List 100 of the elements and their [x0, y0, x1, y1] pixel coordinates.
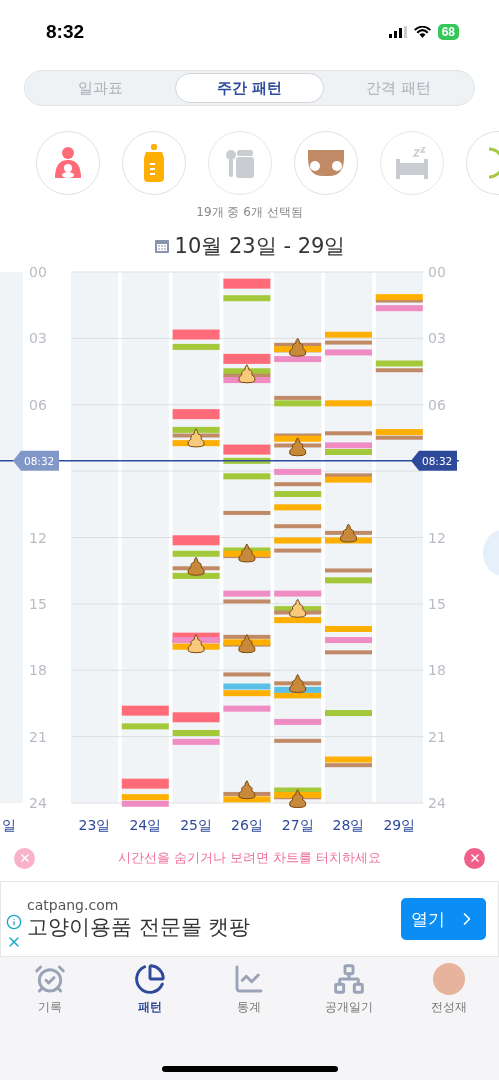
poop-marker: [289, 437, 307, 457]
poop-marker: [289, 598, 307, 618]
event-bar: [172, 712, 220, 723]
nav-item[interactable]: 기록: [9, 963, 90, 1025]
status-time: 8:32: [46, 21, 85, 43]
event-bar: [325, 331, 372, 338]
event-bar: [325, 400, 372, 407]
event-bar: [223, 590, 271, 597]
poop-marker: [339, 523, 358, 543]
event-bar: [223, 705, 271, 712]
event-bar: [172, 730, 220, 736]
hour-label: 24: [428, 795, 446, 811]
event-bar: [223, 278, 271, 289]
poop-marker: [187, 428, 205, 448]
event-bar: [274, 504, 322, 511]
nav-item[interactable]: 통계: [209, 963, 290, 1025]
poop-marker: [289, 789, 307, 809]
event-bar: [274, 524, 322, 529]
ad-headline: 고양이용품 전문몰 캣팡: [27, 914, 252, 941]
poop-marker: [238, 780, 256, 800]
pie-chart-icon: [133, 963, 166, 995]
network-icon: [333, 963, 366, 995]
event-bar: [274, 738, 322, 743]
tab[interactable]: 주간 패턴: [174, 73, 325, 103]
hour-label: 00: [428, 265, 446, 280]
day-label: 일: [2, 817, 16, 833]
event-bar: [325, 568, 372, 573]
day-label: 27일: [281, 817, 314, 833]
day-label: 23일: [78, 817, 111, 833]
wifi-icon: [413, 26, 431, 38]
sleep-icon: [394, 147, 430, 179]
close-icon[interactable]: [464, 847, 485, 869]
event-bar: [223, 599, 271, 604]
event-bar: [223, 353, 271, 364]
event-bar: [274, 356, 322, 363]
event-bar: [223, 473, 271, 480]
event-bar: [172, 550, 220, 557]
close-icon[interactable]: [14, 847, 35, 869]
info-icon[interactable]: [6, 914, 22, 930]
event-bar: [325, 340, 372, 345]
day-label: 24일: [129, 817, 162, 833]
event-bar: [274, 718, 322, 725]
nav-item[interactable]: 전성재: [409, 963, 490, 1025]
event-bar: [274, 617, 322, 624]
hour-label: 00: [29, 265, 47, 280]
hour-label: 21: [29, 728, 47, 745]
event-bar: [325, 710, 372, 717]
hour-label: 06: [428, 396, 446, 413]
event-bar: [325, 349, 372, 356]
hour-label: 03: [29, 330, 47, 347]
open-button[interactable]: 열기: [401, 898, 486, 940]
hour-label: 06: [29, 396, 47, 413]
event-bar: [274, 537, 322, 544]
event-bar: [325, 637, 372, 644]
event-bar: [172, 343, 220, 350]
event-bar: [325, 431, 372, 436]
day-label: 29일: [383, 817, 416, 833]
avatar: [433, 963, 466, 995]
calendar-icon: [153, 238, 170, 254]
event-bar: [274, 548, 322, 553]
event-bar: [223, 457, 271, 464]
date-range: 10월 23일 - 29일: [174, 233, 346, 260]
event-bar: [325, 577, 372, 584]
event-bar: [121, 778, 169, 789]
day-label: 28일: [332, 817, 365, 833]
hour-label: 18: [29, 662, 47, 679]
event-bar: [172, 329, 220, 340]
poop-marker: [187, 556, 205, 576]
event-bar: [274, 590, 322, 597]
poop-marker: [187, 634, 205, 654]
poop-marker: [238, 543, 256, 563]
event-bar: [172, 738, 220, 745]
poop-marker: [289, 337, 307, 357]
ad-domain: catpang.com: [27, 897, 120, 913]
event-bar: [274, 468, 322, 475]
hour-label: 15: [428, 595, 446, 612]
event-bar: [121, 705, 169, 716]
hour-label: 03: [428, 330, 446, 347]
hint-text: 시간선을 숨기거나 보려면 차트를 터치하세요: [117, 849, 382, 867]
nav-item[interactable]: 패턴: [109, 963, 190, 1025]
hour-label: 15: [29, 595, 47, 612]
day-label: 25일: [180, 817, 212, 833]
event-bar: [325, 626, 372, 632]
event-bar: [375, 305, 423, 312]
hour-label: 12: [29, 529, 47, 546]
day-label: 26일: [231, 817, 263, 833]
event-bar: [325, 650, 372, 655]
poop-marker: [289, 674, 307, 693]
hour-label: 24: [29, 795, 47, 811]
selection-count: 19개 중 6개 선택됨: [195, 204, 304, 221]
event-bar: [172, 409, 220, 420]
alarm-clock-icon: [33, 963, 66, 995]
signal-icon: [388, 26, 407, 38]
hour-label: 18: [428, 662, 446, 679]
event-bar: [274, 491, 322, 498]
poop-marker: [238, 634, 256, 654]
nav-item[interactable]: 공개일기: [309, 963, 390, 1025]
event-bar: [223, 295, 271, 302]
event-bar: [223, 444, 271, 455]
battery-indicator: 68: [437, 24, 459, 40]
